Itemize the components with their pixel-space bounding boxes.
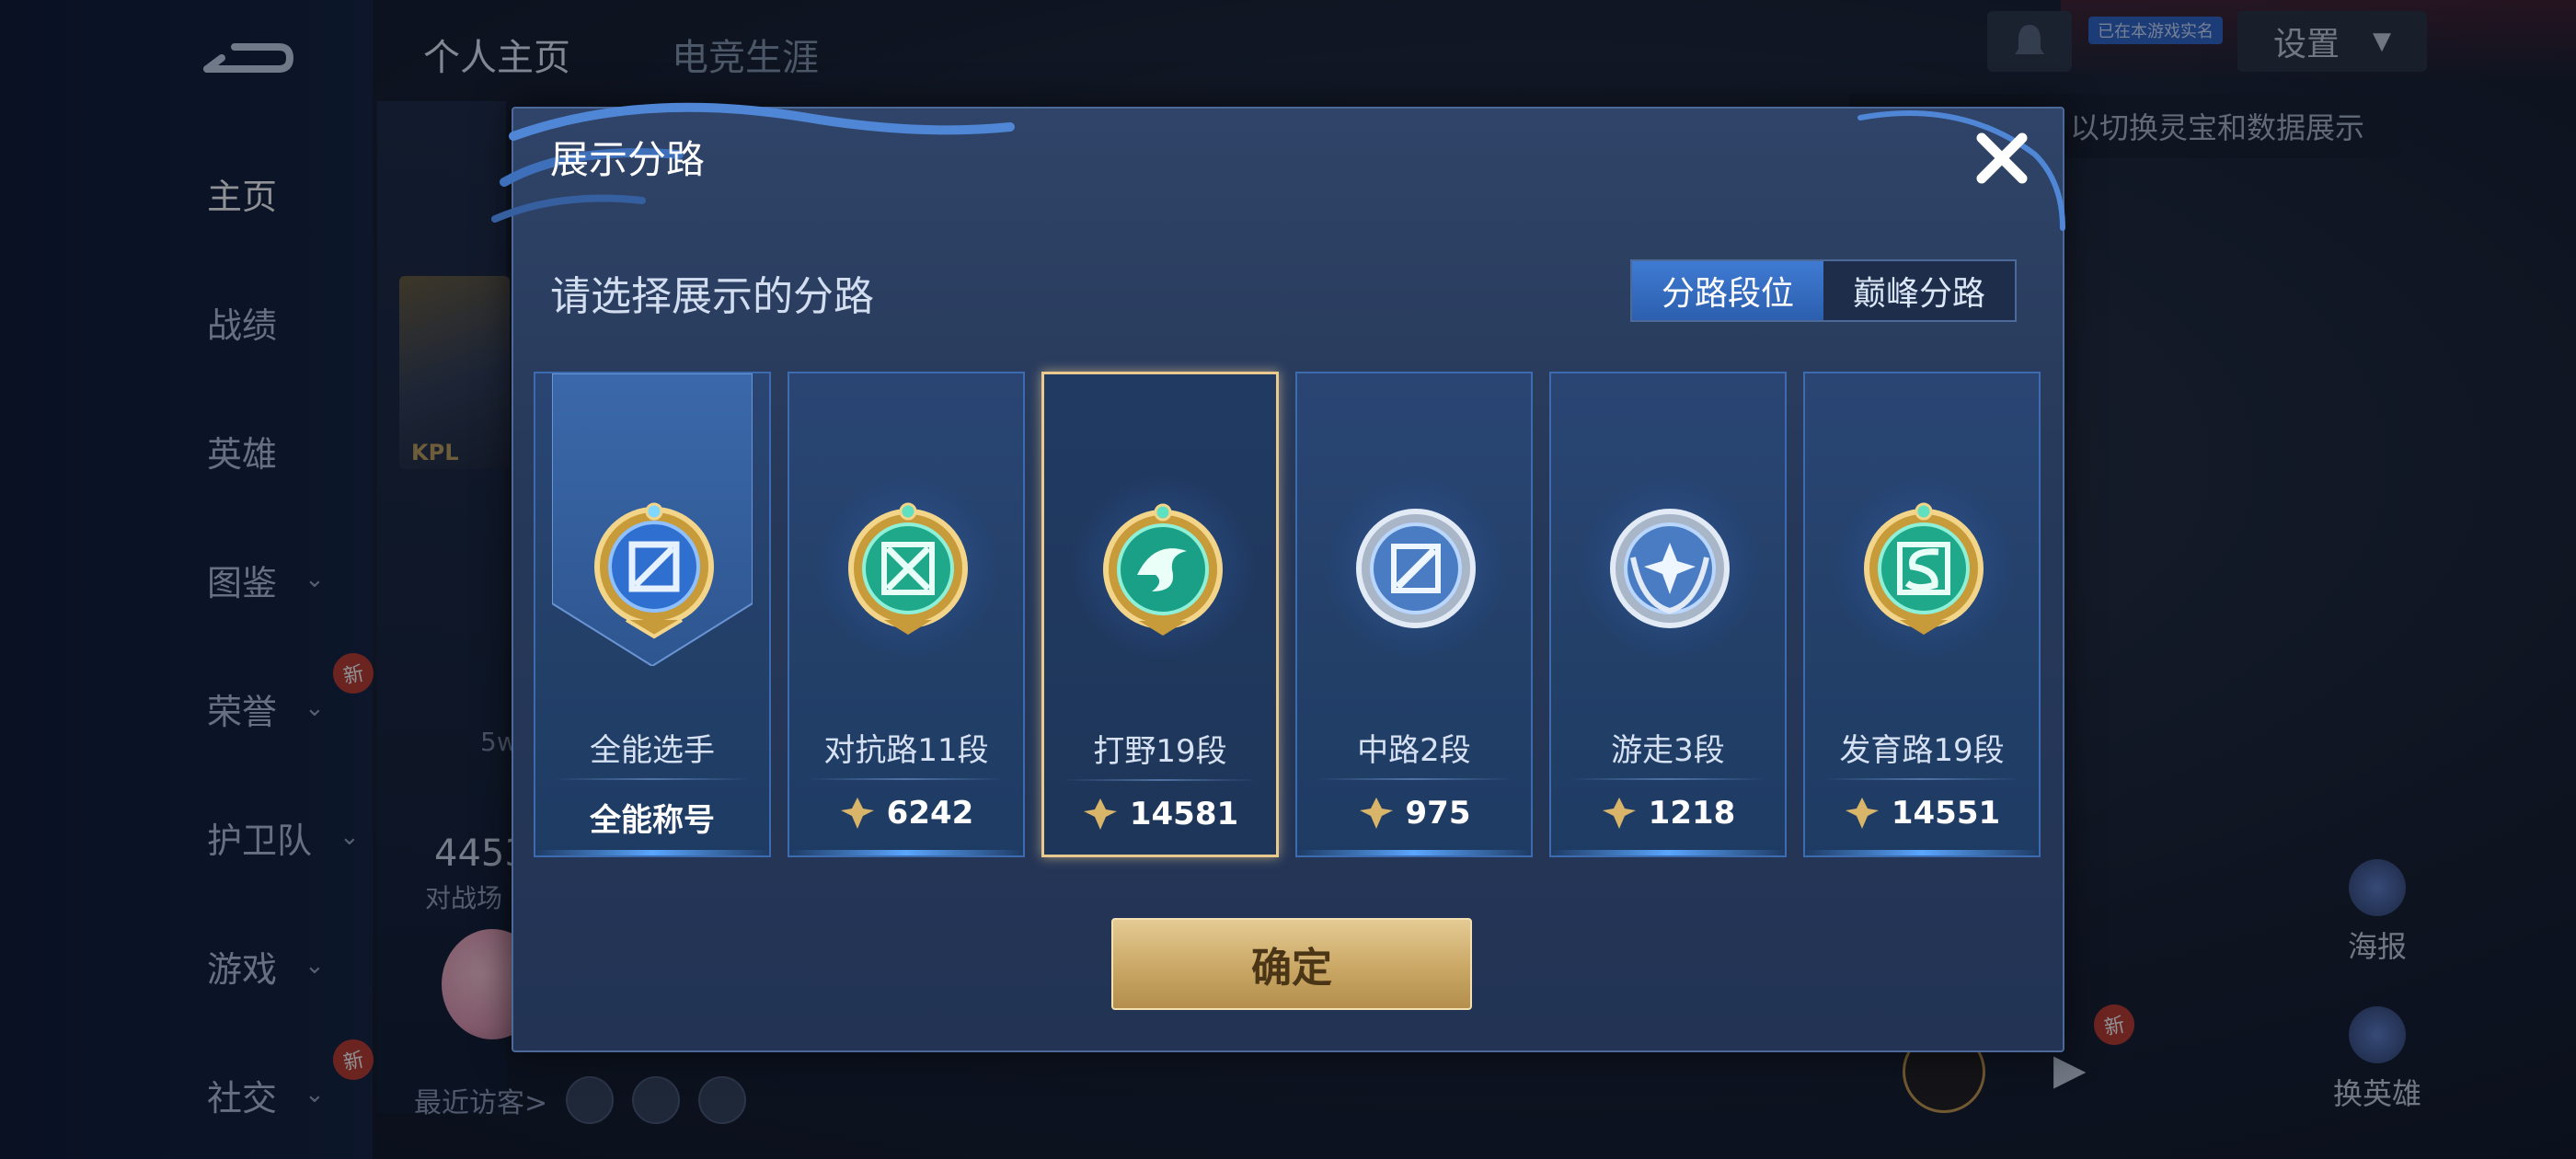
farm-lane-emblem-icon <box>1864 502 1984 635</box>
lane-card-list: 全能选手 全能称号 对抗路11段 6242 打野19段 14581 中路2段 9… <box>534 372 2064 857</box>
divider <box>1823 778 2020 780</box>
all-round-emblem-icon <box>594 502 714 639</box>
close-button[interactable] <box>1965 121 2039 195</box>
mid-lane-emblem-icon <box>1356 509 1476 628</box>
modal-corner-ornament <box>1857 110 2065 231</box>
lane-card-clash[interactable]: 对抗路11段 6242 <box>788 372 1025 857</box>
divider <box>1316 778 1512 780</box>
toggle-lane-rank[interactable]: 分路段位 <box>1632 261 1823 320</box>
divider <box>1063 779 1258 781</box>
lane-mode-toggle: 分路段位 巅峰分路 <box>1630 259 2017 322</box>
lane-points: 1218 <box>1551 795 1785 832</box>
points-icon <box>1602 798 1636 829</box>
lane-name: 对抗路11段 <box>823 732 989 769</box>
lane-card-roam[interactable]: 游走3段 1218 <box>1549 372 1787 857</box>
lane-name: 全能选手 <box>590 732 715 769</box>
lane-card-farm[interactable]: 发育路19段 14551 <box>1803 372 2041 857</box>
points-icon <box>1083 798 1117 830</box>
points-icon <box>1359 798 1393 829</box>
lane-points: 14551 <box>1805 795 2039 832</box>
lane-name: 中路2段 <box>1357 732 1471 769</box>
lane-name: 游走3段 <box>1611 732 1725 769</box>
divider <box>808 778 1005 780</box>
dialog-title: 展示分路 <box>550 137 706 182</box>
confirm-button[interactable]: 确定 <box>1111 918 1472 1010</box>
divider <box>554 778 751 780</box>
lane-card-mid[interactable]: 中路2段 975 <box>1295 372 1533 857</box>
toggle-peak-lane[interactable]: 巅峰分路 <box>1823 261 2015 320</box>
roam-emblem-icon <box>1610 509 1730 628</box>
dialog-subtitle: 请选择展示的分路 <box>550 273 874 320</box>
lane-points: 14581 <box>1044 796 1276 832</box>
divider <box>1570 778 1766 780</box>
lane-points: 975 <box>1297 795 1531 832</box>
jungle-emblem-icon <box>1103 503 1223 636</box>
points-icon <box>840 798 874 829</box>
lane-display-dialog: 展示分路 请选择展示的分路 分路段位 巅峰分路 全能选手 全能称号 对抗路11段… <box>491 102 2065 1052</box>
lane-name: 打野19段 <box>1093 733 1227 770</box>
lane-card-jungle[interactable]: 打野19段 14581 <box>1041 372 1279 857</box>
lane-points: 全能称号 <box>590 802 715 839</box>
lane-card-all-round[interactable]: 全能选手 全能称号 <box>534 372 771 857</box>
lane-points: 6242 <box>789 795 1023 832</box>
close-icon <box>1976 132 2028 184</box>
lane-name: 发育路19段 <box>1839 732 2005 769</box>
clash-lane-emblem-icon <box>848 502 968 635</box>
points-icon <box>1845 798 1879 829</box>
